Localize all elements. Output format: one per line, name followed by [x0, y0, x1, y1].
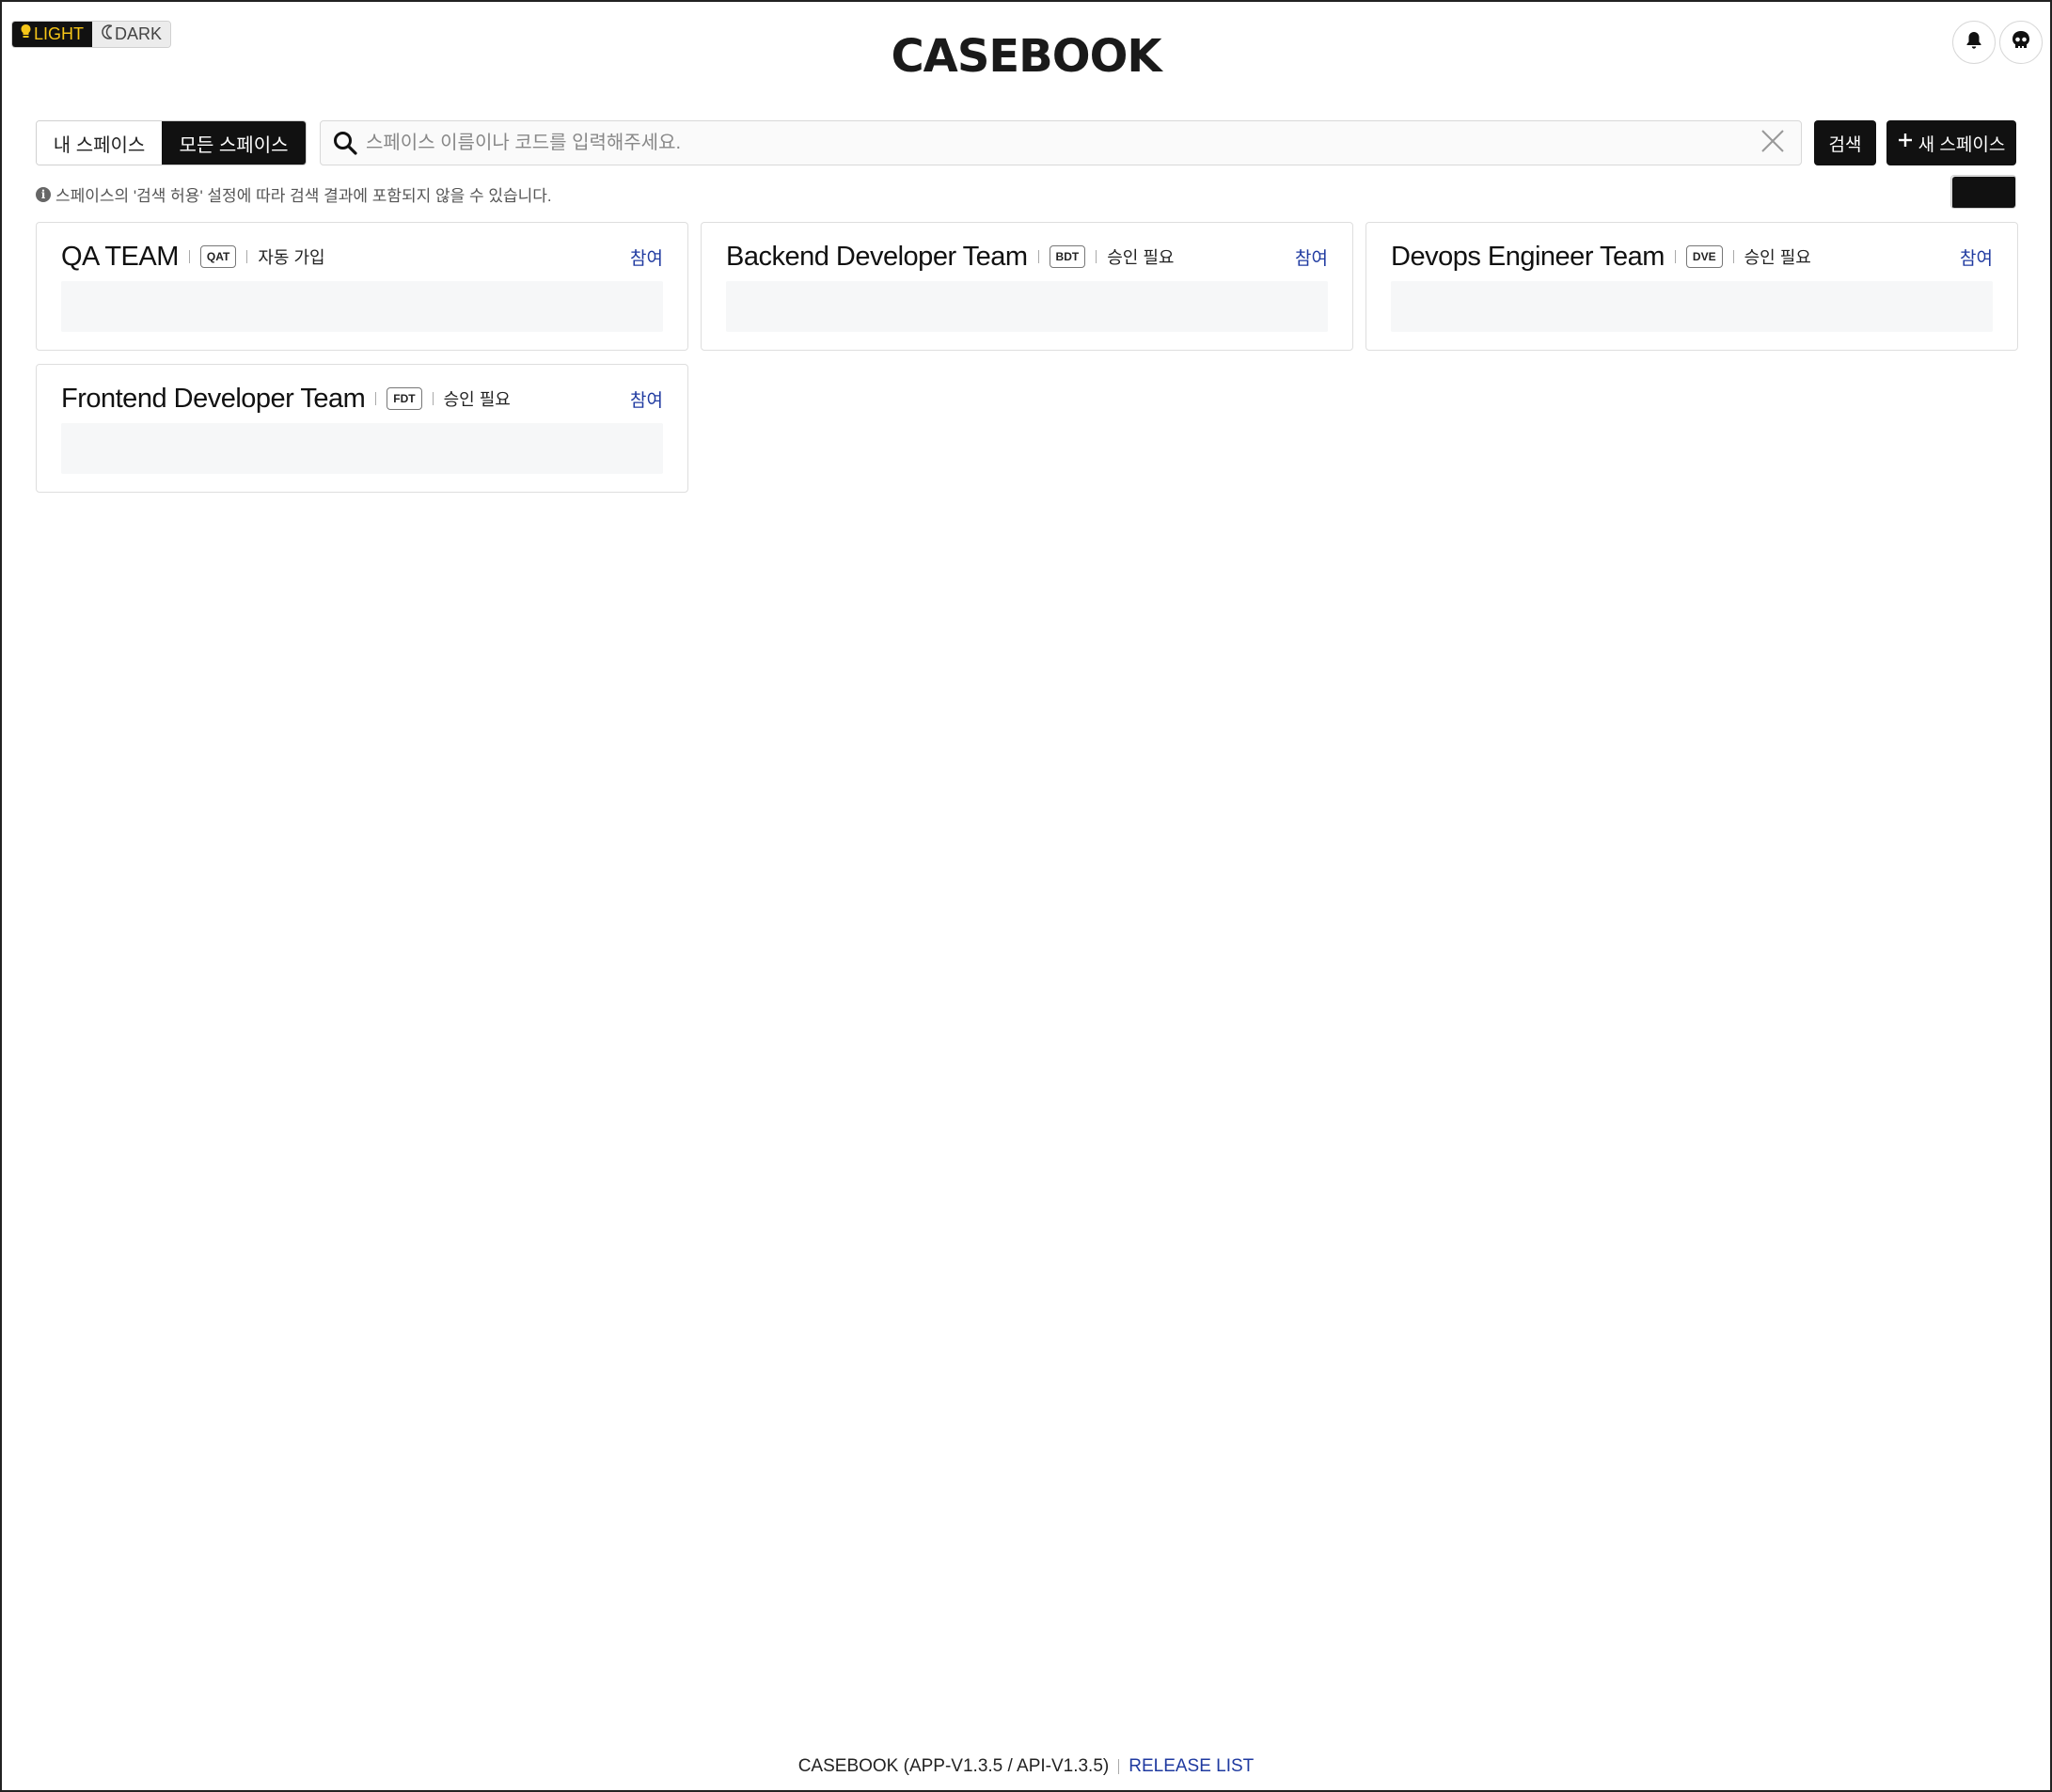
divider: [246, 250, 248, 263]
join-type: 승인 필요: [1107, 248, 1175, 267]
notifications-button[interactable]: [1952, 21, 1996, 64]
version-info: CASEBOOK (APP-V1.3.5 / API-V1.3.5): [797, 1756, 1110, 1776]
join-button[interactable]: 참여: [630, 244, 663, 270]
divider: [1037, 250, 1039, 263]
space-name: Devops Engineer Team: [1391, 241, 1665, 272]
toolbar: 내 스페이스 모든 스페이스 검색 새 스페이스: [36, 120, 2016, 165]
join-type: 승인 필요: [443, 390, 511, 409]
release-list-link[interactable]: RELEASE LIST: [1129, 1756, 1254, 1777]
space-name: Backend Developer Team: [726, 241, 1028, 272]
space-code-badge: QAT: [199, 245, 237, 268]
divider: [375, 392, 377, 405]
user-menu-button[interactable]: [1999, 21, 2043, 64]
space-code-badge: BDT: [1049, 245, 1086, 268]
join-type: 승인 필요: [1744, 248, 1811, 267]
space-scope-tabs: 내 스페이스 모든 스페이스: [36, 120, 307, 165]
new-space-button[interactable]: 새 스페이스: [1886, 120, 2016, 165]
search-box: [320, 120, 1802, 165]
info-icon: i: [36, 186, 51, 202]
divider: [1118, 1759, 1120, 1774]
close-icon: [1760, 128, 1786, 159]
plus-icon: [1898, 133, 1913, 153]
divider: [188, 250, 190, 263]
footer: CASEBOOK (APP-V1.3.5 / API-V1.3.5) RELEA…: [2, 1756, 2050, 1777]
card-view-button[interactable]: [1951, 176, 2015, 208]
space-card-header: Devops Engineer Team DVE 승인 필요 참여: [1391, 238, 1993, 275]
view-mode-toggle: [1950, 175, 2016, 209]
space-card-header: Frontend Developer Team FDT 승인 필요 참여: [61, 380, 663, 417]
space-card[interactable]: Devops Engineer Team DVE 승인 필요 참여: [1365, 222, 2018, 351]
user-avatar-icon: [2011, 30, 2031, 55]
join-button[interactable]: 참여: [1960, 244, 1993, 270]
space-code-badge: DVE: [1685, 245, 1723, 268]
join-button[interactable]: 참여: [1295, 244, 1328, 270]
space-card[interactable]: Backend Developer Team BDT 승인 필요 참여: [701, 222, 1353, 351]
space-card-description: [61, 423, 663, 474]
space-card-header: Backend Developer Team BDT 승인 필요 참여: [726, 238, 1328, 275]
search-icon: [332, 130, 358, 156]
space-code-badge: FDT: [387, 387, 422, 410]
join-button[interactable]: 참여: [630, 386, 663, 412]
search-input[interactable]: [366, 121, 1754, 165]
space-name: QA TEAM: [61, 241, 179, 272]
bell-icon: [1965, 31, 1982, 55]
space-card-description: [61, 281, 663, 332]
space-name: Frontend Developer Team: [61, 383, 366, 414]
divider: [1096, 250, 1097, 263]
search-button[interactable]: 검색: [1814, 120, 1876, 165]
space-card-description: [726, 281, 1328, 332]
join-type: 자동 가입: [258, 248, 325, 267]
space-card[interactable]: Frontend Developer Team FDT 승인 필요 참여: [36, 364, 688, 493]
divider: [432, 392, 434, 405]
clear-search-button[interactable]: [1754, 124, 1792, 162]
divider: [1674, 250, 1676, 263]
tab-my-spaces[interactable]: 내 스페이스: [37, 121, 163, 165]
app-logo: CASEBOOK: [891, 30, 1161, 83]
new-space-label: 새 스페이스: [1918, 134, 2006, 155]
tab-all-spaces[interactable]: 모든 스페이스: [162, 121, 306, 165]
space-card-description: [1391, 281, 1993, 332]
divider: [1732, 250, 1734, 263]
search-hint: i 스페이스의 '검색 허용' 설정에 따라 검색 결과에 포함되지 않을 수 …: [36, 182, 552, 206]
space-card[interactable]: QA TEAM QAT 자동 가입 참여: [36, 222, 688, 351]
search-hint-text: 스페이스의 '검색 허용' 설정에 따라 검색 결과에 포함되지 않을 수 있습…: [55, 187, 552, 205]
space-card-header: QA TEAM QAT 자동 가입 참여: [61, 238, 663, 275]
